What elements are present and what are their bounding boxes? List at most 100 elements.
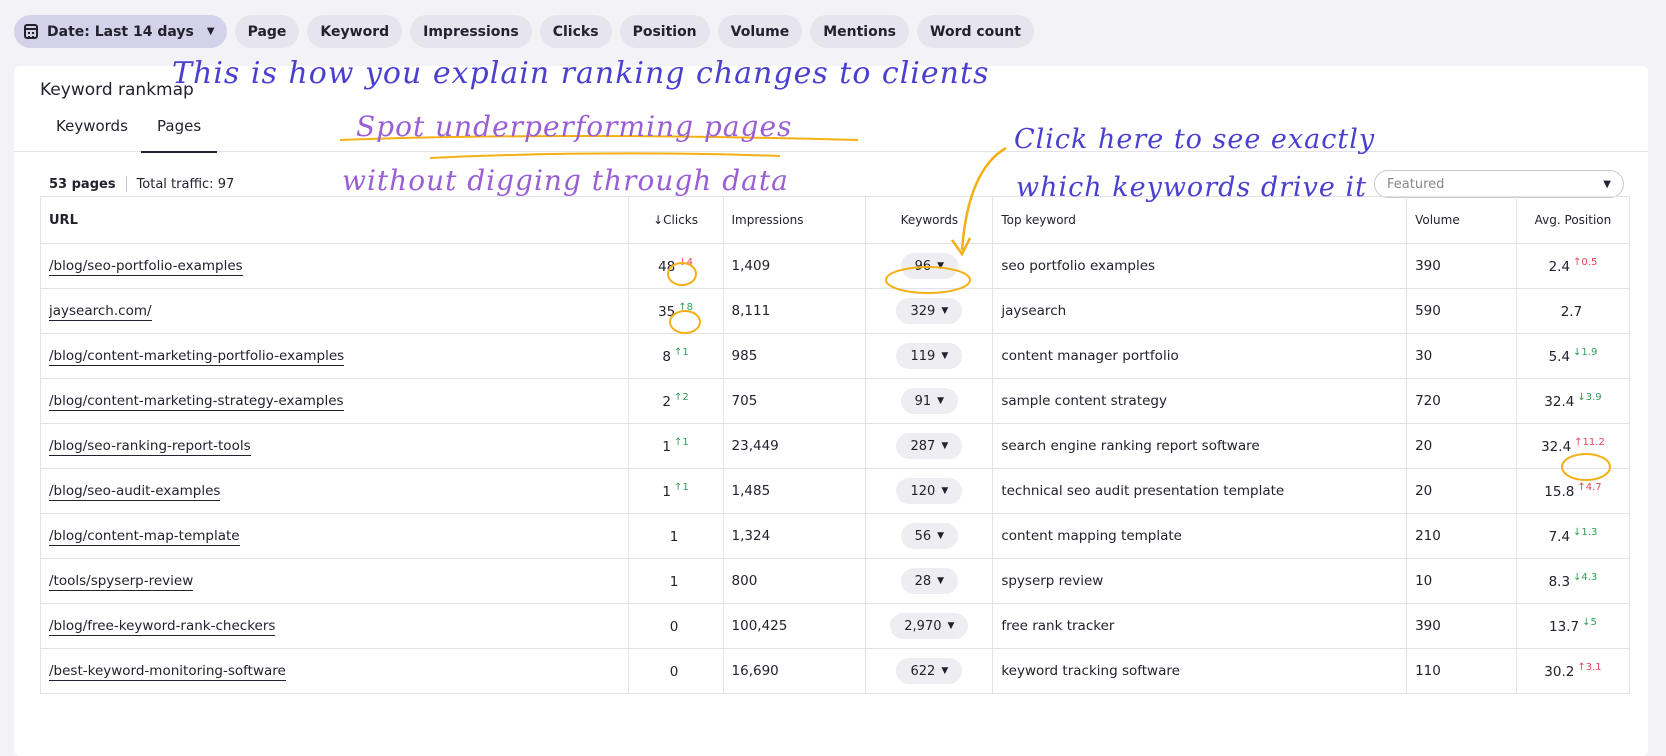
page-url-link[interactable]: /blog/content-marketing-portfolio-exampl…	[49, 348, 345, 366]
keywords-dropdown-button[interactable]: 287 ▼	[896, 433, 963, 459]
position-delta: ↑3.1	[1577, 662, 1602, 673]
col-header-impressions[interactable]: Impressions	[722, 196, 867, 244]
clicks-value: 35	[658, 304, 676, 320]
table-row[interactable]: /blog/seo-portfolio-examples 48 ↓4 1,409 …	[40, 243, 1631, 289]
keywords-dropdown-button[interactable]: 119 ▼	[896, 343, 963, 369]
keywords-dropdown-button[interactable]: 120 ▼	[896, 478, 963, 504]
avg-position-cell: 13.7 ↓5	[1515, 603, 1631, 649]
filter-chip-word-count[interactable]: Word count	[917, 15, 1034, 48]
table-row[interactable]: /tools/spyserp-review 1 800 28 ▼ spyserp …	[40, 558, 1631, 604]
table-row[interactable]: /blog/content-marketing-strategy-example…	[40, 378, 1631, 424]
page-url-link[interactable]: /best-keyword-monitoring-software	[49, 663, 286, 681]
col-header-keywords[interactable]: Keywords	[865, 196, 994, 244]
col-header-volume[interactable]: Volume	[1406, 196, 1517, 244]
page-url-link[interactable]: /blog/content-marketing-strategy-example…	[49, 393, 344, 411]
keywords-count: 2,970	[904, 618, 942, 634]
table-header-row: URL ↓Clicks Impressions Keywords Top key…	[40, 196, 1631, 244]
page-url-link[interactable]: /blog/seo-audit-examples	[49, 483, 221, 501]
avg-position-cell: 5.4 ↓1.9	[1515, 333, 1631, 379]
keywords-count: 96	[914, 258, 932, 274]
filter-chip-mentions[interactable]: Mentions	[810, 15, 910, 48]
table-row[interactable]: /blog/seo-ranking-report-tools 1 ↑1 23,44…	[40, 423, 1631, 469]
position-delta: ↓1.3	[1573, 527, 1598, 538]
clicks-cell: 48 ↓4	[627, 243, 724, 289]
impressions-cell: 705	[722, 378, 867, 424]
clicks-delta: ↑1	[673, 482, 689, 493]
position-value: 15.8	[1544, 484, 1575, 500]
table-row[interactable]: /blog/content-map-template 1 1,324 56 ▼ c…	[40, 513, 1631, 559]
url-cell: /tools/spyserp-review	[40, 558, 629, 604]
filter-chip-volume[interactable]: Volume	[717, 15, 803, 48]
keywords-count: 287	[910, 438, 936, 454]
clicks-cell: 1	[627, 513, 724, 559]
impressions-cell: 1,409	[722, 243, 867, 289]
keywords-cell: 91 ▼	[865, 378, 994, 424]
top-keyword-cell: content mapping template	[992, 513, 1408, 559]
table-row[interactable]: /blog/content-marketing-portfolio-exampl…	[40, 333, 1631, 379]
chevron-down-icon: ▼	[1603, 178, 1611, 190]
keywords-cell: 2,970 ▼	[865, 603, 994, 649]
col-header-avg-position[interactable]: Avg. Position	[1515, 196, 1631, 244]
keywords-count: 56	[914, 528, 932, 544]
chevron-down-icon: ▼	[937, 396, 945, 406]
filter-chip-position[interactable]: Position	[619, 15, 710, 48]
tab-keywords[interactable]: Keywords	[40, 112, 144, 152]
col-header-url[interactable]: URL	[40, 196, 629, 244]
page-url-link[interactable]: jaysearch.com/	[49, 303, 152, 321]
col-header-top-keyword[interactable]: Top keyword	[992, 196, 1408, 244]
annotation-line-1: This is how you explain ranking changes …	[172, 56, 990, 91]
clicks-cell: 0	[627, 648, 724, 694]
col-header-clicks[interactable]: ↓Clicks	[627, 196, 724, 244]
clicks-value: 0	[669, 619, 679, 635]
filter-chip-impressions[interactable]: Impressions	[410, 15, 532, 48]
tab-pages[interactable]: Pages	[141, 112, 218, 153]
avg-position-cell: 15.8 ↑4.7	[1515, 468, 1631, 514]
keywords-dropdown-button[interactable]: 2,970 ▼	[890, 613, 969, 639]
page-url-link[interactable]: /blog/seo-ranking-report-tools	[49, 438, 251, 456]
volume-cell: 210	[1406, 513, 1517, 559]
keywords-dropdown-button[interactable]: 91 ▼	[900, 388, 959, 414]
keywords-count: 28	[914, 573, 932, 589]
filter-chip-keyword[interactable]: Keyword	[307, 15, 403, 48]
page-url-link[interactable]: /tools/spyserp-review	[49, 573, 194, 591]
table-row[interactable]: /blog/seo-audit-examples 1 ↑1 1,485 120 ▼ …	[40, 468, 1631, 514]
keywords-dropdown-button[interactable]: 28 ▼	[900, 568, 959, 594]
page-url-link[interactable]: /blog/content-map-template	[49, 528, 240, 546]
clicks-value: 48	[658, 259, 676, 275]
avg-position-cell: 2.7	[1515, 288, 1631, 334]
pages-table: URL ↓Clicks Impressions Keywords Top key…	[40, 196, 1631, 694]
position-value: 5.4	[1548, 349, 1571, 365]
url-cell: jaysearch.com/	[40, 288, 629, 334]
filter-chip-clicks[interactable]: Clicks	[539, 15, 612, 48]
avg-position-cell: 32.4 ↓3.9	[1515, 378, 1631, 424]
tab-bar: Keywords Pages	[14, 112, 1648, 153]
position-value: 32.4	[1544, 394, 1575, 410]
volume-cell: 390	[1406, 243, 1517, 289]
impressions-cell: 8,111	[722, 288, 867, 334]
keywords-dropdown-button[interactable]: 96 ▼	[900, 253, 959, 279]
chevron-down-icon: ▼	[941, 306, 949, 316]
clicks-delta: ↑1	[673, 347, 689, 358]
clicks-value: 1	[669, 574, 679, 590]
table-row[interactable]: /best-keyword-monitoring-software 0 16,6…	[40, 648, 1631, 694]
keyword-rankmap-card: Keyword rankmap Keywords Pages 53 pages …	[14, 66, 1648, 756]
keywords-cell: 287 ▼	[865, 423, 994, 469]
date-filter-chip[interactable]: Date: Last 14 days ▼	[14, 15, 227, 48]
keywords-count: 120	[910, 483, 936, 499]
page-url-link[interactable]: /blog/seo-portfolio-examples	[49, 258, 243, 276]
avg-position-cell: 30.2 ↑3.1	[1515, 648, 1631, 694]
volume-cell: 390	[1406, 603, 1517, 649]
clicks-value: 8	[662, 349, 671, 365]
sort-select[interactable]: Featured ▼	[1374, 170, 1624, 198]
table-row[interactable]: /blog/free-keyword-rank-checkers 0 100,4…	[40, 603, 1631, 649]
top-keyword-cell: seo portfolio examples	[992, 243, 1408, 289]
filter-chip-page[interactable]: Page	[234, 15, 300, 48]
page-url-link[interactable]: /blog/free-keyword-rank-checkers	[49, 618, 276, 636]
impressions-cell: 100,425	[722, 603, 867, 649]
top-keyword-cell: search engine ranking report software	[992, 423, 1408, 469]
keywords-dropdown-button[interactable]: 622 ▼	[896, 658, 963, 684]
keywords-dropdown-button[interactable]: 56 ▼	[900, 523, 959, 549]
keywords-dropdown-button[interactable]: 329 ▼	[896, 298, 963, 324]
table-row[interactable]: jaysearch.com/ 35 ↑8 8,111 329 ▼ jaysearch…	[40, 288, 1631, 334]
summary-bar: 53 pages Total traffic: 97	[49, 176, 234, 192]
